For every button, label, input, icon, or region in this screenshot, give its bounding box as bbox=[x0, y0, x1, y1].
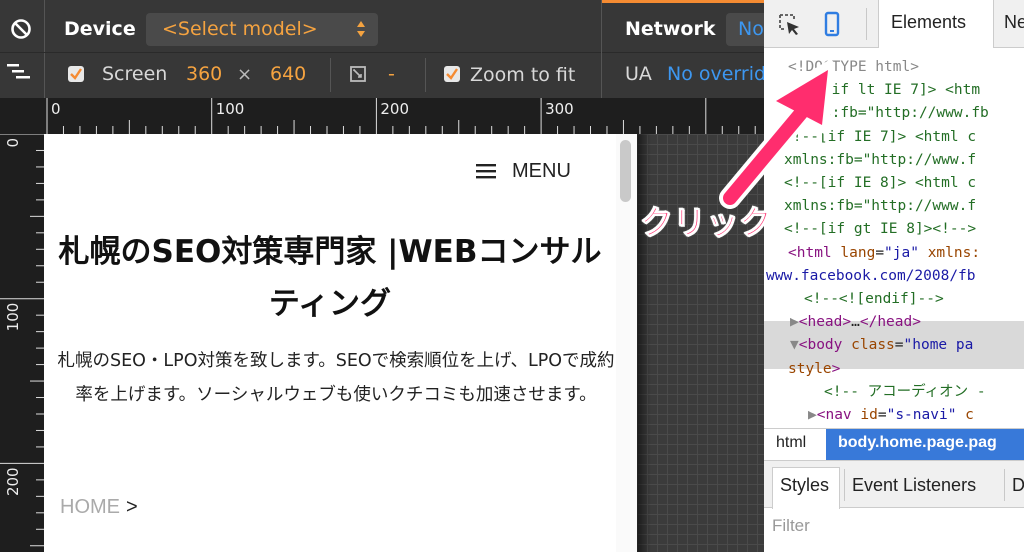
code-token: style bbox=[788, 360, 832, 377]
dimension-times: × bbox=[237, 64, 253, 85]
dom-node-line[interactable]: <!--<![endif]--> bbox=[804, 288, 944, 311]
breadcrumb: HOME > bbox=[60, 496, 138, 519]
code-token: > bbox=[831, 360, 841, 377]
ruler-top: 0 100 200 300 bbox=[0, 98, 764, 134]
code-token: … bbox=[851, 314, 860, 331]
checkmark-icon bbox=[446, 68, 458, 80]
ruler-tick-label: 0 bbox=[4, 138, 22, 148]
emulated-page: MENU 札幌のSEO対策専門家 |WEBコンサルティング 札幌のSEO・LPO… bbox=[44, 134, 637, 552]
code-token: <!-- アコーディオン - bbox=[824, 383, 986, 400]
breadcrumb-home-link[interactable]: HOME bbox=[60, 496, 120, 518]
tab-divider bbox=[1004, 469, 1005, 501]
ua-label: UA bbox=[625, 63, 652, 85]
code-token: <head> bbox=[798, 314, 852, 331]
tab-elements[interactable]: Elements bbox=[891, 12, 966, 33]
dom-node-line[interactable]: www.facebook.com/2008/fb bbox=[766, 265, 976, 288]
dom-node-line[interactable]: <!-- アコーディオン - bbox=[824, 381, 986, 404]
screen-height[interactable]: 640 bbox=[270, 62, 306, 86]
block-icon[interactable] bbox=[10, 18, 32, 40]
site-title[interactable]: 札幌のSEO対策専門家 |WEBコンサルティング bbox=[56, 226, 604, 330]
ruler-tick-label: 200 bbox=[4, 467, 22, 496]
select-arrows-icon bbox=[357, 21, 365, 37]
zoom-to-fit-checkbox[interactable] bbox=[444, 66, 460, 82]
dom-breadcrumb-bar: html body.home.page.pag bbox=[764, 428, 1024, 461]
code-token: "ja" bbox=[884, 244, 919, 261]
toolbar-divider bbox=[330, 58, 331, 92]
tab-divider bbox=[866, 8, 867, 40]
hamburger-icon bbox=[476, 164, 496, 179]
toolbar-divider bbox=[601, 0, 602, 98]
code-token: = bbox=[894, 337, 904, 354]
tab-overflow[interactable]: D bbox=[1012, 475, 1024, 496]
code-token: ▶ bbox=[808, 407, 817, 423]
annotation-click-label: クリック bbox=[640, 203, 773, 243]
crumb-html[interactable]: html bbox=[776, 434, 806, 452]
code-token: </head> bbox=[859, 314, 921, 331]
dom-node-line[interactable]: ▶<head>…</head> bbox=[790, 311, 921, 334]
ruler-tick-label: 300 bbox=[545, 100, 574, 118]
toolbar-divider bbox=[44, 0, 45, 98]
menu-button[interactable]: MENU bbox=[476, 156, 571, 186]
tab-network[interactable]: Ne bbox=[1004, 12, 1024, 33]
ruler-left: 0 100 200 bbox=[0, 134, 44, 552]
code-token: "s-navi" bbox=[886, 407, 957, 423]
code-token: lang bbox=[840, 244, 876, 261]
site-description: 札幌のSEO・LPO対策を致します。SEOで検索順位を上げ、LPOで成約率を上げ… bbox=[57, 351, 615, 405]
code-token: class bbox=[851, 337, 895, 354]
toolbar-row-divider bbox=[0, 52, 764, 53]
code-token: id bbox=[860, 407, 878, 423]
code-token: = bbox=[875, 244, 885, 261]
ruler-tick-label: 100 bbox=[4, 303, 22, 332]
code-token: c bbox=[956, 407, 974, 423]
styles-filter-input[interactable]: Filter bbox=[772, 516, 810, 536]
model-select-value: <Select model> bbox=[162, 18, 318, 40]
crumb-body[interactable]: body.home.page.pag bbox=[826, 429, 1024, 461]
code-token: <body bbox=[798, 337, 852, 354]
zoom-to-fit-label[interactable]: Zoom to fit bbox=[470, 63, 575, 87]
scale-value[interactable]: - bbox=[388, 62, 395, 86]
tab-event-listeners[interactable]: Event Listeners bbox=[852, 475, 976, 496]
ruler-tick-label: 200 bbox=[380, 100, 409, 118]
code-token: ▶ bbox=[790, 314, 799, 331]
ruler-tick-label: 100 bbox=[216, 100, 245, 118]
code-token: <!--<![endif]--> bbox=[804, 291, 944, 307]
code-token: ▼ bbox=[790, 337, 799, 354]
menu-label: MENU bbox=[512, 159, 571, 182]
emulation-icon[interactable] bbox=[7, 62, 33, 82]
breadcrumb-separator: > bbox=[126, 496, 138, 518]
code-token: "home pa bbox=[903, 337, 974, 354]
code-token: <html bbox=[788, 244, 841, 261]
code-token: = bbox=[877, 407, 887, 423]
dom-node-line[interactable]: style> bbox=[788, 358, 840, 381]
tab-divider bbox=[844, 469, 845, 501]
active-section-accent bbox=[601, 0, 764, 3]
scrollbar-thumb[interactable] bbox=[620, 140, 631, 202]
code-token: <nav bbox=[816, 407, 861, 423]
screen-checkbox[interactable] bbox=[68, 66, 84, 82]
dom-node-line[interactable]: <html lang="ja" xmlns: bbox=[788, 242, 980, 265]
model-select[interactable]: <Select model> bbox=[146, 13, 378, 46]
dom-node-line[interactable]: ▶<nav id="s-navi" c bbox=[808, 404, 974, 427]
code-token: www.facebook.com/2008/fb bbox=[766, 267, 976, 284]
ruler-tick-label: 0 bbox=[51, 100, 61, 118]
checkmark-icon bbox=[70, 68, 82, 80]
code-token: xmlns: bbox=[918, 244, 981, 261]
tab-styles[interactable]: Styles bbox=[780, 475, 829, 496]
emulation-toolbar: Device <Select model> Screen 360 × 640 -… bbox=[0, 0, 766, 98]
toolbar-divider bbox=[425, 58, 426, 92]
screen-label: Screen bbox=[102, 63, 168, 85]
device-label: Device bbox=[64, 18, 136, 40]
zoom-icon[interactable] bbox=[350, 66, 366, 82]
screen-width[interactable]: 360 bbox=[186, 62, 222, 86]
styles-tab-bar: Styles Event Listeners D bbox=[764, 460, 1024, 509]
dom-node-line[interactable]: ▼<body class="home pa bbox=[790, 334, 973, 357]
